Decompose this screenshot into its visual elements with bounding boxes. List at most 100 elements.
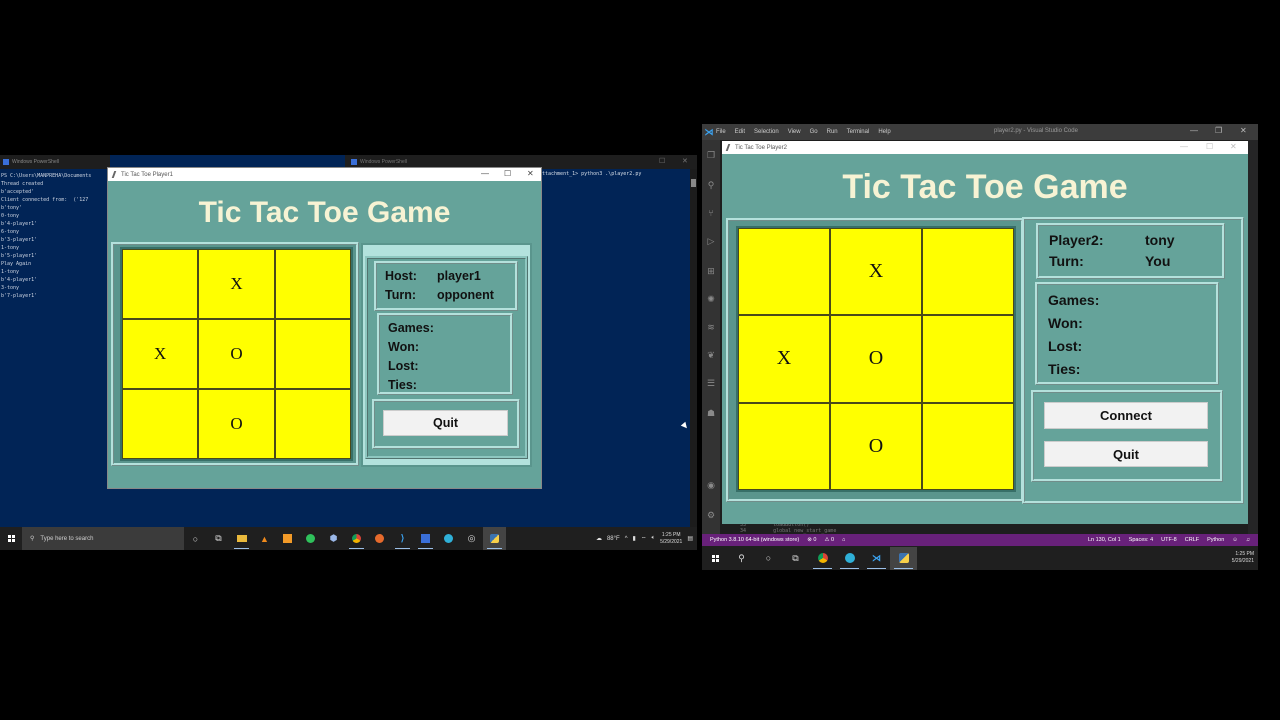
language-mode[interactable]: Python — [1207, 537, 1224, 543]
menu-item-help[interactable]: Help — [878, 129, 890, 135]
board-cell-4[interactable]: O — [198, 319, 275, 389]
player1-titlebar[interactable]: Tic Tac Toe Player1 — ☐ ✕ — [108, 168, 541, 181]
start-button[interactable] — [0, 535, 22, 542]
board-cell-3[interactable]: X — [122, 319, 199, 389]
extensions-icon[interactable]: ⊞ — [706, 266, 716, 276]
vscode-icon[interactable]: ⟩ — [391, 527, 414, 550]
board-cell-4[interactable]: O — [830, 315, 922, 403]
run-debug-icon[interactable]: ▷ — [706, 236, 716, 246]
weather-icon[interactable]: ☁ — [596, 535, 602, 542]
menu-item-run[interactable]: Run — [827, 129, 838, 135]
quit-button[interactable]: Quit — [1044, 441, 1208, 467]
scrollbar[interactable] — [690, 169, 697, 527]
warnings-count[interactable]: ⚠ 0 — [824, 537, 834, 543]
notifications-bell-icon[interactable]: ♫ — [1246, 537, 1250, 543]
explorer-icon[interactable]: ❐ — [706, 150, 716, 160]
docker-icon[interactable]: ☗ — [706, 408, 716, 418]
encoding[interactable]: UTF-8 — [1161, 537, 1177, 543]
board-cell-5[interactable] — [274, 319, 351, 389]
sublime-icon[interactable] — [276, 527, 299, 550]
clock[interactable]: 1:25 PM 5/29/2021 — [660, 532, 682, 546]
board-cell-2[interactable] — [274, 249, 351, 319]
settings-gear-icon[interactable]: ⚙ — [706, 510, 716, 520]
board-cell-8[interactable] — [922, 402, 1014, 490]
search-icon[interactable]: ⚲ — [728, 547, 755, 570]
whatsapp-icon[interactable] — [299, 527, 322, 550]
powershell-titlebar[interactable]: Windows PowerShell — [0, 155, 110, 169]
minimap[interactable] — [1248, 140, 1258, 540]
errors-count[interactable]: ⊗ 0 — [807, 537, 816, 543]
vlc-icon[interactable]: ▲ — [253, 527, 276, 550]
board-cell-7[interactable]: O — [198, 389, 275, 459]
player2-titlebar[interactable]: Tic Tac Toe Player2 — ☐ ✕ — [722, 141, 1248, 154]
database-icon[interactable]: ☰ — [706, 378, 716, 388]
minimize-button[interactable]: — — [1190, 126, 1198, 135]
volume-icon[interactable]: 🔈︎ — [651, 535, 655, 542]
vscode-icon[interactable]: ⋊ — [863, 547, 890, 570]
edge-icon[interactable] — [437, 527, 460, 550]
app-icon[interactable]: ⬢ — [322, 527, 345, 550]
board-cell-5[interactable] — [922, 315, 1014, 403]
cursor-position[interactable]: Ln 130, Col 1 — [1088, 537, 1121, 543]
tray-chevron-icon[interactable]: ^ — [625, 536, 628, 542]
menu-item-edit[interactable]: Edit — [735, 129, 745, 135]
file-explorer-icon[interactable] — [230, 527, 253, 550]
board-cell-3[interactable]: X — [738, 315, 830, 403]
close-button[interactable]: ✕ — [1230, 142, 1237, 151]
account-icon[interactable]: ◉ — [706, 480, 716, 490]
network-icon[interactable]: ⌔ — [641, 535, 647, 543]
clock[interactable]: 1:25 PM 5/29/2021 — [1232, 551, 1254, 565]
menu-item-go[interactable]: Go — [810, 129, 818, 135]
chrome-icon[interactable] — [809, 547, 836, 570]
layers-icon[interactable]: ≋ — [706, 322, 716, 332]
start-button[interactable] — [702, 554, 728, 562]
board-cell-6[interactable] — [122, 389, 199, 459]
menu-item-file[interactable]: File — [716, 129, 726, 135]
python-icon[interactable] — [890, 546, 917, 570]
leaf-icon[interactable]: ❦ — [706, 350, 716, 360]
battery-icon[interactable]: ▮ — [633, 535, 636, 542]
edge-icon[interactable] — [836, 547, 863, 570]
minimize-button[interactable]: — — [1180, 142, 1188, 151]
board-cell-7[interactable]: O — [830, 402, 922, 490]
board-cell-1[interactable]: X — [830, 228, 922, 316]
powershell-taskbar-icon[interactable] — [414, 527, 437, 550]
menu-item-view[interactable]: View — [788, 129, 801, 135]
maximize-button[interactable]: ☐ — [1206, 142, 1213, 151]
cortana-icon[interactable]: ○ — [755, 547, 782, 570]
line-endings[interactable]: CRLF — [1185, 537, 1199, 543]
feedback-icon[interactable]: ☺ — [1232, 537, 1238, 543]
maximize-button[interactable]: ☐ — [504, 169, 511, 178]
python-icon[interactable] — [483, 527, 506, 550]
scrollbar-thumb[interactable] — [691, 179, 696, 187]
board-cell-1[interactable]: X — [198, 249, 275, 319]
notifications-icon[interactable]: ▤ — [687, 535, 693, 542]
source-control-icon[interactable]: ⑂ — [706, 208, 716, 218]
python-interpreter[interactable]: Python 3.8.10 64-bit (windows store) — [710, 537, 799, 543]
maximize-button[interactable]: ❐ — [1215, 126, 1222, 135]
board-cell-0[interactable] — [738, 228, 830, 316]
cortana-icon[interactable]: ○ — [184, 527, 207, 550]
close-button[interactable]: ✕ — [682, 157, 688, 165]
task-view-icon[interactable]: ⧉ — [207, 527, 230, 550]
indentation[interactable]: Spaces: 4 — [1129, 537, 1153, 543]
task-view-icon[interactable]: ⧉ — [782, 547, 809, 570]
connect-button[interactable]: Connect — [1044, 402, 1208, 429]
close-button[interactable]: ✕ — [527, 169, 534, 178]
testing-icon[interactable]: ✺ — [706, 294, 716, 304]
board-cell-8[interactable] — [274, 389, 351, 459]
weather-temp[interactable]: 88°F — [607, 536, 620, 542]
close-button[interactable]: ✕ — [1240, 126, 1247, 135]
board-cell-0[interactable] — [122, 249, 199, 319]
firefox-icon[interactable] — [368, 527, 391, 550]
search-icon[interactable]: ⚲ — [706, 180, 716, 190]
maximize-button[interactable]: ☐ — [659, 157, 665, 165]
minimize-button[interactable]: — — [481, 169, 489, 178]
board-cell-2[interactable] — [922, 228, 1014, 316]
chrome-icon[interactable] — [345, 527, 368, 550]
board-cell-6[interactable] — [738, 402, 830, 490]
live-share-icon[interactable]: ⌂ — [842, 537, 845, 543]
quit-button[interactable]: Quit — [383, 410, 508, 436]
menu-item-terminal[interactable]: Terminal — [847, 129, 870, 135]
obs-icon[interactable]: ◎ — [460, 527, 483, 550]
